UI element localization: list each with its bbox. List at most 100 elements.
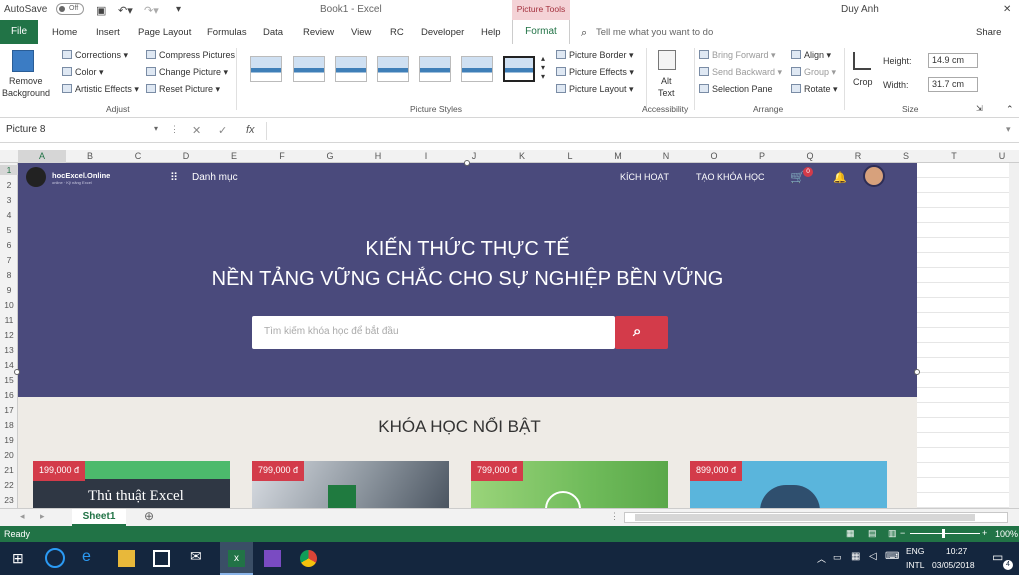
row-header[interactable]: 10	[0, 300, 18, 310]
height-input[interactable]: 14.9 cm	[928, 53, 978, 68]
insert-function-button[interactable]: fx	[246, 124, 255, 136]
page-layout-view-icon[interactable]: ▤	[868, 528, 877, 539]
column-header[interactable]: L	[546, 150, 594, 163]
column-header[interactable]: Q	[786, 150, 834, 163]
tab-help[interactable]: Help	[481, 27, 501, 38]
row-header[interactable]: 2	[0, 180, 18, 190]
column-header[interactable]: B	[66, 150, 114, 163]
autosave-toggle[interactable]: Off	[56, 3, 84, 15]
collapse-ribbon-icon[interactable]: ⌃	[1006, 104, 1014, 115]
search-button[interactable]: ⌕	[615, 316, 668, 349]
horizontal-scrollbar[interactable]	[624, 512, 1008, 523]
row-header[interactable]: 6	[0, 240, 18, 250]
embedded-picture[interactable]: hocExcel.Online online · Kỹ năng Excel ⠿…	[18, 163, 917, 508]
zoom-slider-thumb[interactable]	[942, 529, 945, 538]
rotate-button[interactable]: Rotate ▾	[791, 84, 838, 95]
corrections-button[interactable]: Corrections ▾	[62, 50, 128, 61]
row-header[interactable]: 12	[0, 330, 18, 340]
picture-style-6[interactable]	[461, 56, 493, 82]
excel-taskbar-button[interactable]: x	[220, 542, 253, 575]
visual-studio-icon[interactable]	[264, 550, 281, 567]
site-menu-link[interactable]: Danh mục	[192, 172, 238, 183]
row-header[interactable]: 13	[0, 345, 18, 355]
tab-data[interactable]: Data	[263, 27, 283, 38]
column-header[interactable]: H	[354, 150, 402, 163]
tray-icon[interactable]: ▭	[833, 552, 842, 563]
picture-style-3[interactable]	[335, 56, 367, 82]
send-backward-button[interactable]: Send Backward ▾	[699, 67, 782, 78]
circle-icon[interactable]	[45, 548, 65, 568]
picture-border-button[interactable]: Picture Border ▾	[556, 50, 634, 61]
volume-icon[interactable]: ◁	[869, 551, 877, 562]
row-header[interactable]: 19	[0, 435, 18, 445]
clock-time[interactable]: 10:27	[946, 546, 967, 556]
column-header[interactable]: N	[642, 150, 690, 163]
sheet-nav-next-icon[interactable]: ▸	[40, 511, 45, 522]
course-card[interactable]: 799,000 đ	[471, 461, 668, 508]
row-header[interactable]: 9	[0, 285, 18, 295]
column-header[interactable]: E	[210, 150, 258, 163]
row-header[interactable]: 1	[0, 165, 18, 175]
row-header[interactable]: 4	[0, 210, 18, 220]
chrome-icon[interactable]	[300, 550, 317, 567]
name-box[interactable]: Picture 8	[4, 123, 160, 139]
tab-home[interactable]: Home	[52, 27, 77, 38]
row-header[interactable]: 15	[0, 375, 18, 385]
column-header[interactable]: T	[930, 150, 978, 163]
tray-chevron-icon[interactable]: ︿	[817, 552, 826, 565]
artistic-effects-button[interactable]: Artistic Effects ▾	[62, 84, 139, 95]
column-header[interactable]: K	[498, 150, 546, 163]
language-eng[interactable]: ENG	[906, 546, 924, 556]
bring-forward-button[interactable]: Bring Forward ▾	[699, 50, 776, 61]
picture-style-1[interactable]	[250, 56, 282, 82]
redo-icon[interactable]: ↷▾	[144, 4, 159, 17]
column-header[interactable]: M	[594, 150, 642, 163]
picture-style-4[interactable]	[377, 56, 409, 82]
keyboard-icon[interactable]: ⌨	[885, 551, 899, 562]
windows-start-icon[interactable]: ⊞	[12, 550, 29, 567]
avatar[interactable]	[863, 165, 885, 187]
tab-page-layout[interactable]: Page Layout	[138, 27, 191, 38]
tab-formulas[interactable]: Formulas	[207, 27, 247, 38]
row-header[interactable]: 7	[0, 255, 18, 265]
resize-handle[interactable]	[464, 160, 470, 166]
column-header[interactable]: C	[114, 150, 162, 163]
site-logo[interactable]: hocExcel.Online	[52, 171, 110, 180]
column-header[interactable]: F	[258, 150, 306, 163]
remove-background-button[interactable]: Remove	[9, 76, 43, 86]
tab-format[interactable]: Format	[512, 20, 570, 44]
column-header[interactable]: A	[18, 150, 66, 163]
page-break-view-icon[interactable]: ▥	[888, 528, 897, 539]
row-header[interactable]: 23	[0, 495, 18, 505]
styles-scroll-icon[interactable]: ▴ ▾ ▾	[541, 54, 545, 81]
user-name[interactable]: Duy Anh	[841, 4, 879, 15]
picture-style-5[interactable]	[419, 56, 451, 82]
zoom-slider[interactable]	[910, 533, 980, 534]
color-button[interactable]: Color ▾	[62, 67, 104, 78]
store-icon[interactable]	[153, 550, 170, 567]
language-intl[interactable]: INTL	[906, 560, 924, 570]
row-header[interactable]: 3	[0, 195, 18, 205]
picture-style-2[interactable]	[293, 56, 325, 82]
vertical-scrollbar[interactable]	[1009, 163, 1019, 508]
reset-picture-button[interactable]: Reset Picture ▾	[146, 84, 220, 95]
resize-handle[interactable]	[14, 369, 20, 375]
row-header[interactable]: 11	[0, 315, 18, 325]
row-header[interactable]: 17	[0, 405, 18, 415]
course-card[interactable]: 199,000 đ Thủ thuật Excel	[33, 461, 230, 508]
row-header[interactable]: 8	[0, 270, 18, 280]
tab-developer[interactable]: Developer	[421, 27, 464, 38]
tab-insert[interactable]: Insert	[96, 27, 120, 38]
edge-icon[interactable]: e	[82, 548, 99, 565]
row-header[interactable]: 20	[0, 450, 18, 460]
bell-icon[interactable]: 🔔	[833, 171, 847, 184]
cancel-icon[interactable]: ✕	[192, 124, 201, 137]
row-header[interactable]: 5	[0, 225, 18, 235]
crop-button[interactable]: Crop	[853, 77, 873, 87]
picture-effects-button[interactable]: Picture Effects ▾	[556, 67, 634, 78]
save-icon[interactable]: ▣	[96, 4, 106, 17]
tell-me-box[interactable]: Tell me what you want to do	[596, 27, 713, 38]
tab-review[interactable]: Review	[303, 27, 334, 38]
column-header[interactable]: G	[306, 150, 354, 163]
row-header[interactable]: 21	[0, 465, 18, 475]
